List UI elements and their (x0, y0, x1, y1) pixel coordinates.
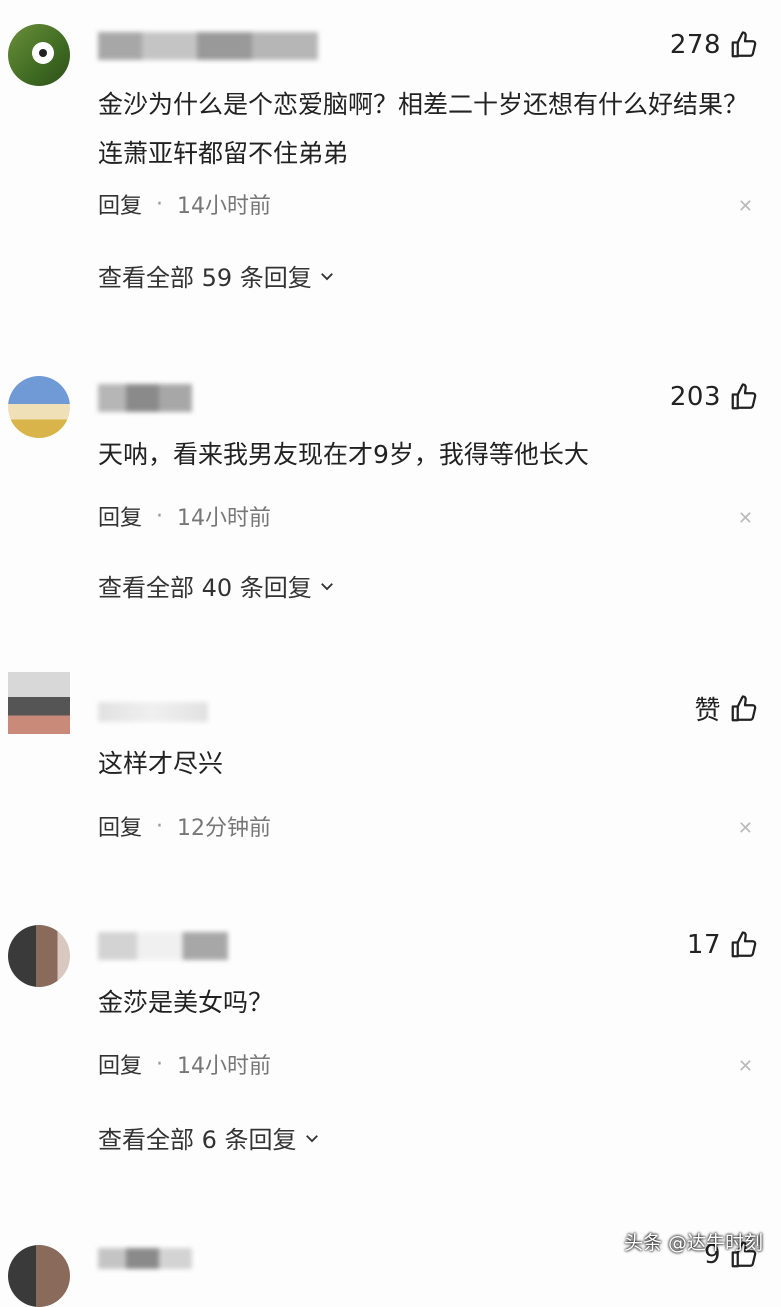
view-replies-label: 查看全部 59 条回复 (98, 264, 312, 292)
username[interactable] (98, 702, 208, 722)
comment-meta: 回复 · 14小时前 (98, 188, 271, 220)
avatar[interactable] (8, 376, 70, 438)
avatar[interactable] (8, 672, 70, 734)
chevron-down-icon (305, 1134, 318, 1142)
comment-time: 14小时前 (177, 1054, 272, 1079)
view-replies-button[interactable]: 查看全部 40 条回复 (98, 568, 336, 603)
close-icon[interactable]: ✕ (738, 508, 753, 529)
separator-dot: · (156, 503, 164, 529)
view-replies-button[interactable]: 查看全部 6 条回复 (98, 1120, 321, 1155)
comment-text: 金沙为什么是个恋爱脑啊？相差二十岁还想有什么好结果？连萧亚轩都留不住弟弟 (98, 90, 749, 168)
comment-meta: 回复 · 14小时前 (98, 500, 271, 532)
username[interactable] (98, 932, 228, 960)
thumbs-up-icon[interactable] (729, 30, 759, 60)
watermark: 头条 @达牛时刻 (623, 1232, 763, 1254)
avatar[interactable] (8, 1245, 70, 1307)
comment-meta: 回复 · 14小时前 (98, 1048, 271, 1080)
close-icon[interactable]: ✕ (738, 196, 753, 217)
reply-button[interactable]: 回复 (98, 500, 142, 532)
reply-button[interactable]: 回复 (98, 1048, 142, 1080)
like-count: 278 (669, 30, 721, 60)
comment-meta: 回复 · 12分钟前 (98, 810, 271, 842)
like-count: 203 (669, 382, 721, 412)
chevron-down-icon (320, 272, 333, 280)
comment-time: 14小时前 (177, 506, 272, 531)
reply-button[interactable]: 回复 (98, 188, 142, 220)
thumbs-up-icon[interactable] (729, 930, 759, 960)
separator-dot: · (156, 1051, 164, 1077)
close-icon[interactable]: ✕ (738, 1056, 753, 1077)
reply-button[interactable]: 回复 (98, 810, 142, 842)
comment-text: 金莎是美女吗？ (98, 988, 274, 1017)
thumbs-up-icon[interactable] (729, 382, 759, 412)
username[interactable] (98, 1248, 192, 1269)
username[interactable] (98, 384, 192, 412)
avatar[interactable] (8, 24, 70, 86)
separator-dot: · (156, 813, 164, 839)
view-replies-label: 查看全部 6 条回复 (98, 1126, 297, 1154)
separator-dot: · (156, 191, 164, 217)
like-group[interactable]: 203 (670, 382, 759, 412)
view-replies-button[interactable]: 查看全部 59 条回复 (98, 258, 336, 293)
comment-time: 14小时前 (177, 194, 272, 219)
like-count: 赞 (694, 696, 721, 726)
like-group[interactable]: 17 (687, 930, 759, 960)
username[interactable] (98, 32, 318, 60)
comment-text: 天呐，看来我男友现在才9岁，我得等他长大 (98, 440, 589, 469)
like-count: 17 (686, 930, 721, 960)
like-group[interactable]: 278 (670, 30, 759, 60)
comment-text: 这样才尽兴 (98, 749, 224, 778)
close-icon[interactable]: ✕ (738, 818, 753, 839)
avatar[interactable] (8, 925, 70, 987)
comment-time: 12分钟前 (177, 816, 272, 841)
thumbs-up-icon[interactable] (729, 694, 759, 724)
chevron-down-icon (320, 582, 333, 590)
like-group[interactable]: 赞 (694, 690, 759, 727)
view-replies-label: 查看全部 40 条回复 (98, 574, 312, 602)
